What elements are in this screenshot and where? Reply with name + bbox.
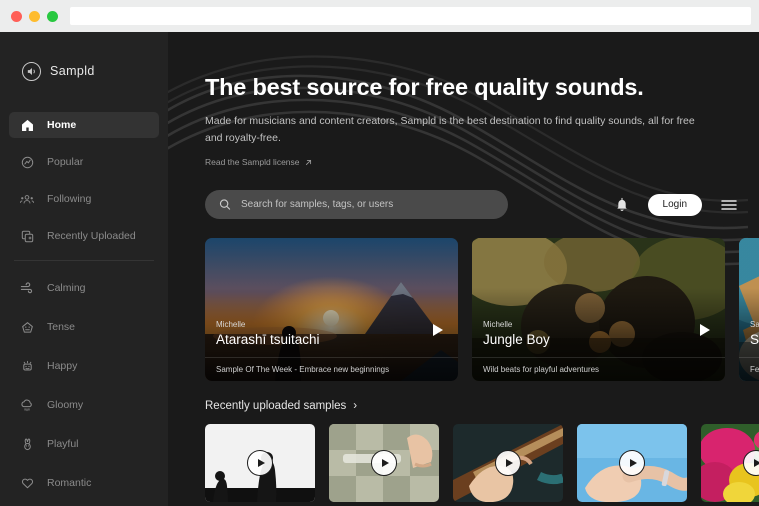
trending-icon (20, 155, 34, 169)
card-play-icon[interactable] (433, 324, 443, 336)
rabbit-icon (20, 437, 34, 451)
sidebar-item-label: Following (47, 193, 92, 205)
external-arrow-icon (305, 159, 311, 165)
card-caption: Feas (739, 357, 759, 381)
card-play-icon[interactable] (700, 324, 710, 336)
list-item[interactable] (205, 424, 315, 502)
featured-carousel: Michelle Atarashī tsuitachi Sample Of Th… (205, 238, 759, 381)
tense-face-icon (20, 320, 34, 334)
card-artist: Michelle (216, 320, 246, 329)
list-item[interactable] (701, 424, 759, 502)
play-button[interactable] (619, 450, 645, 476)
sidebar-item-playful[interactable]: Playful (9, 431, 159, 457)
card-meta: Samp Swe (750, 320, 759, 347)
sidebar-item-label: Recently Uploaded (47, 230, 136, 242)
card-title: Jungle Boy (483, 332, 550, 347)
page-title: The best source for free quality sounds. (205, 74, 644, 100)
sidebar-item-gloomy[interactable]: Gloomy (9, 392, 159, 418)
search-box[interactable] (205, 190, 508, 219)
list-item[interactable] (329, 424, 439, 502)
play-button[interactable] (495, 450, 521, 476)
minimize-window-button[interactable] (29, 10, 40, 22)
sidebar-item-following[interactable]: Following (9, 186, 159, 212)
sidebar-item-label: Calming (47, 282, 86, 294)
sampld-logo-icon (22, 61, 41, 81)
sidebar-item-label: Home (47, 119, 77, 131)
sidebar-item-home[interactable]: Home (9, 112, 159, 138)
main-content: The best source for free quality sounds.… (168, 32, 759, 506)
sidebar-item-label: Playful (47, 438, 79, 450)
card-artist: Samp (750, 320, 759, 329)
recently-uploaded-heading[interactable]: Recently uploaded samples › (205, 400, 759, 412)
chevron-right-icon: › (353, 400, 358, 412)
hero-section: The best source for free quality sounds.… (168, 32, 759, 170)
card-meta: Michelle Jungle Boy (483, 320, 685, 347)
primary-nav: Home Popular Following Recently Uploaded (0, 112, 168, 249)
featured-card[interactable]: Michelle Atarashī tsuitachi Sample Of Th… (205, 238, 458, 381)
rain-cloud-icon (20, 398, 34, 412)
brand-name: Sampld (50, 64, 95, 78)
window-controls (11, 10, 58, 22)
sidebar-item-label: Romantic (47, 477, 92, 489)
search-icon (219, 199, 231, 210)
sidebar-item-tense[interactable]: Tense (9, 314, 159, 340)
sidebar-divider (14, 260, 154, 261)
hero-subtext: Made for musicians and content creators,… (205, 115, 695, 144)
close-window-button[interactable] (11, 10, 22, 22)
hamburger-menu-icon[interactable] (721, 199, 737, 211)
play-button[interactable] (247, 450, 273, 476)
search-input[interactable] (240, 199, 494, 210)
featured-card-partial[interactable]: Samp Swe Feas (739, 238, 759, 381)
topbar-actions: Login (615, 193, 737, 216)
upload-stack-icon (20, 229, 34, 243)
login-button[interactable]: Login (647, 193, 702, 216)
recently-uploaded-list (205, 424, 759, 502)
license-link-label: Read the Sampld license (205, 157, 300, 167)
section-title: Recently uploaded samples (205, 400, 347, 412)
notification-bell-icon[interactable] (615, 197, 629, 212)
heart-icon (20, 476, 34, 490)
app-window: Sampld Home Popular Following Recently U… (0, 32, 759, 506)
mood-nav: Calming Tense Happy Gloomy Playful Roman… (0, 275, 168, 506)
sidebar-item-happy[interactable]: Happy (9, 353, 159, 379)
sidebar-item-calming[interactable]: Calming (9, 275, 159, 301)
card-meta: Michelle Atarashī tsuitachi (216, 320, 418, 347)
card-title: Atarashī tsuitachi (216, 332, 320, 347)
maximize-window-button[interactable] (47, 10, 58, 22)
play-button[interactable] (371, 450, 397, 476)
sidebar-item-label: Gloomy (47, 399, 84, 411)
home-icon (20, 118, 34, 132)
license-link[interactable]: Read the Sampld license (205, 157, 312, 167)
search-row: Login (205, 190, 759, 219)
address-bar[interactable] (70, 7, 751, 25)
featured-card[interactable]: Michelle Jungle Boy Wild beats for playf… (472, 238, 725, 381)
card-artist: Michelle (483, 320, 513, 329)
brand-logo[interactable]: Sampld (0, 46, 168, 88)
happy-face-icon (20, 359, 34, 373)
card-caption: Sample Of The Week - Embrace new beginni… (205, 357, 458, 381)
card-caption: Wild beats for playful adventures (472, 357, 725, 381)
sidebar-item-label: Happy (47, 360, 78, 372)
sidebar-item-popular[interactable]: Popular (9, 149, 159, 175)
browser-chrome (0, 0, 759, 32)
sidebar-item-label: Tense (47, 321, 76, 333)
list-item[interactable] (577, 424, 687, 502)
sidebar-item-label: Popular (47, 156, 84, 168)
sidebar: Sampld Home Popular Following Recently U… (0, 32, 168, 506)
sidebar-item-romantic[interactable]: Romantic (9, 470, 159, 496)
people-icon (20, 192, 34, 206)
sidebar-item-recently-uploaded[interactable]: Recently Uploaded (9, 223, 159, 249)
wind-icon (20, 281, 34, 295)
list-item[interactable] (453, 424, 563, 502)
card-title: Swe (750, 332, 759, 347)
